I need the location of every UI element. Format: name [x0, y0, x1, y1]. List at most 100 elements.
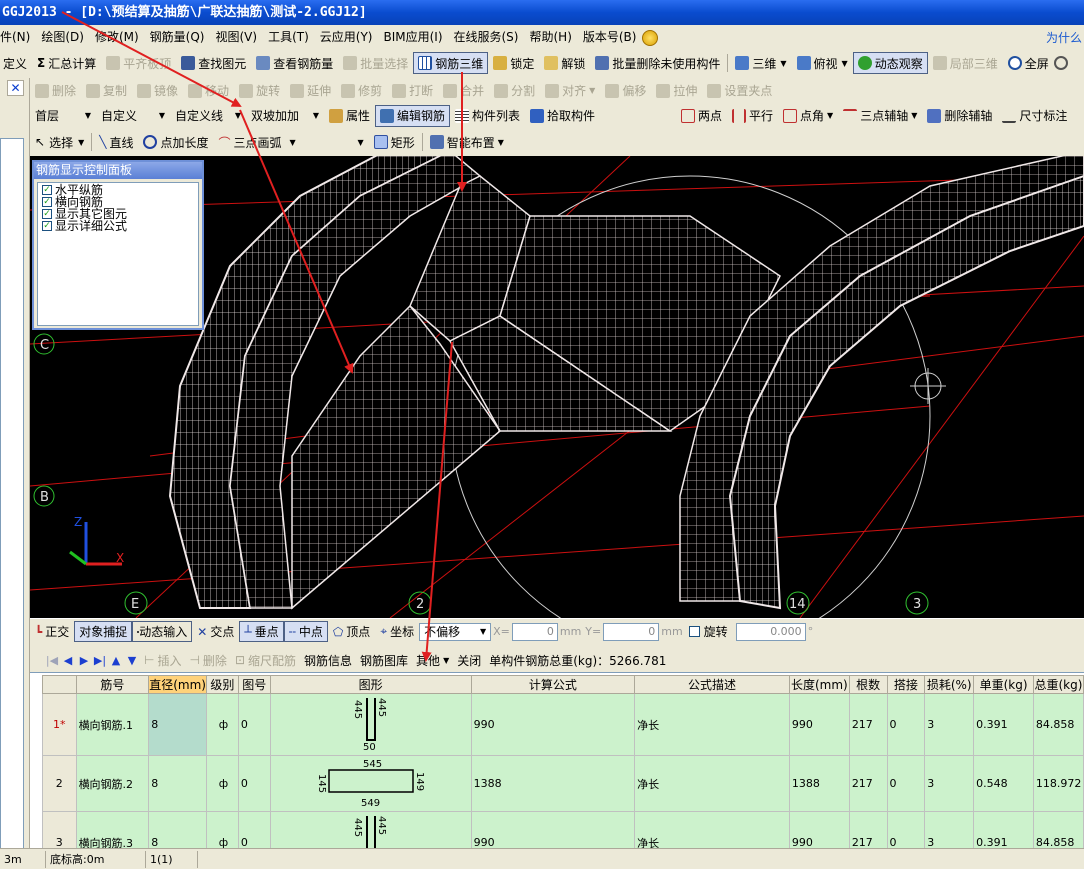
trim-button[interactable]: 修剪 [336, 80, 387, 102]
cell-formula[interactable]: 1388 [470, 755, 636, 812]
cell-grade[interactable]: ф [205, 693, 239, 756]
type-dropdown[interactable]: 自定义 ▼ [98, 106, 168, 125]
break-button[interactable]: 打断 [387, 80, 438, 102]
col-header-diameter[interactable]: 直径(mm) [148, 675, 207, 694]
col-header-shape[interactable]: 图形 [269, 675, 472, 694]
cell-length[interactable]: 990 [788, 693, 850, 756]
align-top-button[interactable]: 平齐板顶 [101, 52, 176, 74]
col-header-formula[interactable]: 计算公式 [470, 675, 636, 694]
col-header-unit-weight[interactable]: 单重(kg) [973, 675, 1034, 694]
parallel-axis-button[interactable]: 平行 [727, 105, 778, 127]
move-up-icon[interactable]: ▲ [108, 654, 124, 667]
move-button[interactable]: 移动 [183, 80, 234, 102]
set-grip-button[interactable]: 设置夹点 [702, 80, 777, 102]
rotate-checkbox[interactable] [688, 626, 700, 637]
table-row[interactable]: 1* 横向钢筋.1 8 ф 0 445 445 50 990 净长 990 21… [42, 693, 1084, 756]
col-header-lap[interactable]: 搭接 [886, 675, 926, 694]
cell-figure[interactable]: 0 [237, 811, 271, 848]
table-row[interactable]: 2 横向钢筋.2 8 ф 0 545 145 149 549 1388 净长 1… [42, 755, 1084, 812]
menu-item-cloud[interactable]: 云应用(Y) [315, 25, 379, 50]
dimension-button[interactable]: 尺寸标注 [997, 105, 1072, 127]
fullscreen-button[interactable]: 全屏 [1003, 52, 1054, 74]
delete-row-button[interactable]: ⊣ 删除 [185, 650, 230, 670]
row-number[interactable]: 2 [42, 755, 77, 812]
last-record-icon[interactable]: ▶| [92, 654, 108, 667]
object-snap-button[interactable]: 对象捕捉 [74, 621, 133, 642]
smart-layout-button[interactable]: 智能布置 ▼ [425, 131, 509, 153]
cell-grade[interactable]: ф [205, 755, 239, 812]
calc-summary-button[interactable]: Σ 汇总计算 [32, 52, 101, 74]
menu-item-file[interactable]: 件(N) [0, 25, 36, 50]
unlock-button[interactable]: 解锁 [539, 52, 590, 74]
mirror-button[interactable]: 镜像 [132, 80, 183, 102]
cell-loss[interactable]: 3 [924, 693, 975, 756]
panel-option-formula[interactable]: ✓ 显示详细公式 [38, 220, 198, 232]
menu-item-view[interactable]: 视图(V) [210, 25, 263, 50]
midpoint-button[interactable]: ╌ 中点 [283, 621, 328, 642]
left-panel-list[interactable] [0, 138, 24, 869]
cell-desc[interactable]: 净长 [634, 755, 790, 812]
checkbox-checked-icon[interactable]: ✓ [42, 221, 52, 231]
cell-count[interactable]: 217 [848, 693, 888, 756]
copy-button[interactable]: 复制 [81, 80, 132, 102]
cell-lap[interactable]: 0 [886, 755, 926, 812]
dynamic-input-button[interactable]: 动态输入 [132, 621, 193, 642]
cell-total-weight[interactable]: 84.858 [1032, 693, 1084, 756]
cell-formula[interactable]: 990 [470, 811, 636, 848]
close-icon[interactable]: ✕ [7, 80, 24, 96]
next-record-icon[interactable]: ▶ [76, 654, 92, 667]
col-header-figure[interactable]: 图号 [237, 675, 271, 694]
offset-dropdown[interactable]: 不偏移 ▼ [419, 622, 492, 641]
element-dropdown[interactable]: 双坡加加 ▼ [248, 106, 322, 125]
three-point-arc-button[interactable]: ⌒ 三点画弧 ▼ [214, 131, 301, 153]
rotate-button[interactable]: 旋转 [234, 80, 285, 102]
stretch-button[interactable]: 拉伸 [651, 80, 702, 102]
checkbox-checked-icon[interactable]: ✓ [42, 209, 52, 219]
perpendicular-button[interactable]: ┴ 垂点 [239, 621, 284, 642]
extend-button[interactable]: 延伸 [285, 80, 336, 102]
view-3d-dropdown[interactable]: 三维 ▼ [730, 52, 791, 74]
arc-option-dropdown[interactable]: ▼ [303, 133, 367, 152]
intersection-button[interactable]: ✕ 交点 [192, 621, 239, 642]
menu-item-tools[interactable]: 工具(T) [263, 25, 315, 50]
split-button[interactable]: 分割 [489, 80, 540, 102]
cell-diameter[interactable]: 8 [148, 755, 207, 812]
cell-unit-weight[interactable]: 0.391 [973, 693, 1034, 756]
properties-button[interactable]: 属性 [324, 105, 375, 127]
cell-length[interactable]: 990 [788, 811, 850, 848]
y-input[interactable]: 0 [603, 622, 660, 641]
lock-button[interactable]: 锁定 [488, 52, 539, 74]
menu-item-version[interactable]: 版本号(B) [578, 25, 643, 50]
pick-component-button[interactable]: 拾取构件 [525, 105, 600, 127]
cell-shape[interactable]: 545 145 149 549 [269, 755, 472, 812]
cell-figure[interactable]: 0 [237, 693, 271, 756]
line-button[interactable]: ╲ 直线 [94, 131, 138, 153]
select-button[interactable]: ↖ 选择 ▼ [30, 131, 89, 153]
search-icon[interactable] [1053, 56, 1068, 70]
cell-grade[interactable]: ф [205, 811, 239, 848]
vertex-button[interactable]: ⬠ 顶点 [328, 621, 375, 642]
cell-count[interactable]: 217 [848, 755, 888, 812]
cell-unit-weight[interactable]: 0.548 [973, 755, 1034, 812]
delete-button[interactable]: 删除 [30, 80, 81, 102]
find-element-button[interactable]: 查找图元 [176, 52, 251, 74]
prev-record-icon[interactable]: ◀ [60, 654, 76, 667]
coin-icon[interactable] [642, 29, 659, 46]
cell-shape[interactable]: 445 445 50 [269, 693, 472, 756]
scale-rebar-button[interactable]: ⊡ 缩尺配筋 [231, 650, 300, 670]
menu-item-online[interactable]: 在线服务(S) [449, 25, 525, 50]
insert-button[interactable]: ⊢ 插入 [140, 650, 185, 670]
cell-total-weight[interactable]: 118.972 [1032, 755, 1084, 812]
row-number[interactable]: 1* [42, 693, 77, 756]
edit-rebar-button[interactable]: 编辑钢筋 [375, 104, 451, 127]
menu-right-text[interactable]: 为什么 [1046, 29, 1082, 46]
first-record-icon[interactable]: |◀ [44, 654, 60, 667]
point-angle-button[interactable]: 点角 ▼ [778, 105, 838, 127]
other-button[interactable]: 其他 ▼ [412, 650, 453, 670]
rotate-input[interactable]: 0.000 [735, 622, 806, 641]
cell-lap[interactable]: 0 [886, 811, 926, 848]
cell-bar-no[interactable]: 横向钢筋.2 [75, 755, 150, 812]
cell-desc[interactable]: 净长 [634, 693, 790, 756]
cell-count[interactable]: 217 [848, 811, 888, 848]
cell-diameter[interactable]: 8 [148, 693, 207, 756]
